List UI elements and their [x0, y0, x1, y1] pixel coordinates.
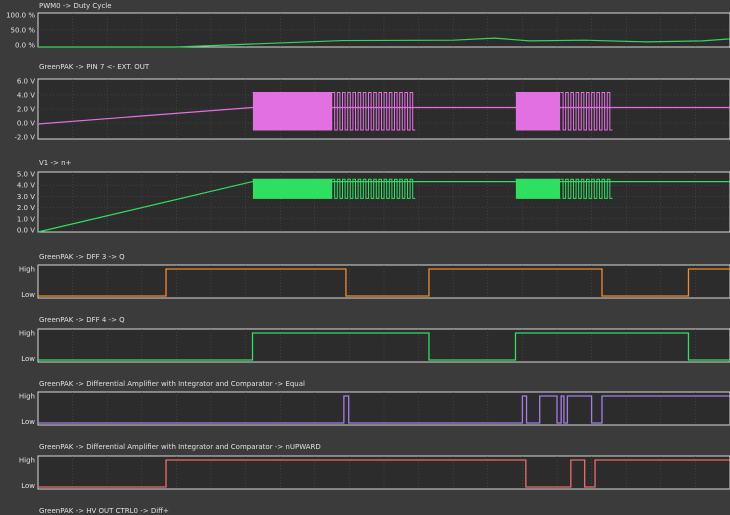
- burst-region: [252, 92, 333, 131]
- y-tick-label: 3.0 V: [17, 193, 35, 201]
- y-tick-high: High: [19, 393, 35, 401]
- y-tick-label: 1.0 V: [17, 215, 35, 223]
- y-tick-label: 4.0 V: [17, 182, 35, 190]
- plot-area[interactable]: [37, 328, 730, 363]
- panel-v1: V1 -> n+ 5.0 V 4.0 V 3.0 V 2.0 V 1.0 V 0.0 V: [0, 157, 730, 251]
- y-tick-label: 4.0 V: [17, 92, 35, 100]
- y-tick-low: Low: [21, 291, 35, 299]
- y-tick-label: 0.0 V: [17, 120, 35, 128]
- panel-pwm-duty: PWM0 -> Duty Cycle 100.0 % 50.0 % 0.0 %: [0, 0, 730, 61]
- y-tick-label: 100.0 %: [6, 12, 35, 20]
- panel-equal: GreenPAK -> Differential Amplifier with …: [0, 378, 730, 441]
- y-tick-label: 5.0 V: [17, 171, 35, 179]
- y-tick-high: High: [19, 457, 35, 465]
- plot-area[interactable]: [37, 455, 730, 490]
- y-tick-label: 2.0 V: [17, 204, 35, 212]
- y-tick-label: -2.0 V: [14, 134, 35, 142]
- plot-pwm-duty[interactable]: 100.0 % 50.0 % 0.0 %: [0, 0, 730, 61]
- plot-hv-out[interactable]: [0, 505, 730, 514]
- plot-area[interactable]: [37, 391, 730, 426]
- burst-trace: [560, 92, 613, 131]
- plot-dff4[interactable]: High Low: [0, 314, 730, 378]
- plot-equal[interactable]: High Low: [0, 378, 730, 441]
- burst-trace: [515, 92, 561, 131]
- plot-pin7[interactable]: 6.0 V 4.0 V 2.0 V 0.0 V -2.0 V: [0, 61, 730, 157]
- plot-v1[interactable]: 5.0 V 4.0 V 3.0 V 2.0 V 1.0 V 0.0 V: [0, 157, 730, 251]
- y-tick-label: 6.0 V: [17, 78, 35, 86]
- y-tick-low: Low: [21, 418, 35, 426]
- y-tick-label: 50.0 %: [11, 27, 36, 35]
- y-tick-label: 0.0 %: [15, 42, 35, 50]
- panel-hv-out: GreenPAK -> HV OUT CTRL0 -> Diff+: [0, 505, 730, 515]
- burst-region: [560, 92, 613, 131]
- y-tick-label: 2.0 V: [17, 106, 35, 114]
- y-tick-high: High: [19, 266, 35, 274]
- y-tick-low: Low: [21, 482, 35, 490]
- burst-trace: [252, 92, 333, 131]
- panel-nupward: GreenPAK -> Differential Amplifier with …: [0, 441, 730, 505]
- plot-area[interactable]: [37, 264, 730, 299]
- plot-nupward[interactable]: High Low: [0, 441, 730, 505]
- panel-pin7: GreenPAK -> PIN 7 <- EXT. OUT 6.0 V 4.0 V2…: [0, 61, 730, 157]
- panel-dff4: GreenPAK -> DFF 4 -> Q High Low: [0, 314, 730, 378]
- plot-dff3[interactable]: High Low: [0, 251, 730, 314]
- y-tick-label: 0.0 V: [17, 227, 35, 235]
- burst-region: [515, 92, 561, 131]
- panel-dff3: GreenPAK -> DFF 3 -> Q High Low: [0, 251, 730, 314]
- y-tick-high: High: [19, 330, 35, 338]
- y-tick-low: Low: [21, 355, 35, 363]
